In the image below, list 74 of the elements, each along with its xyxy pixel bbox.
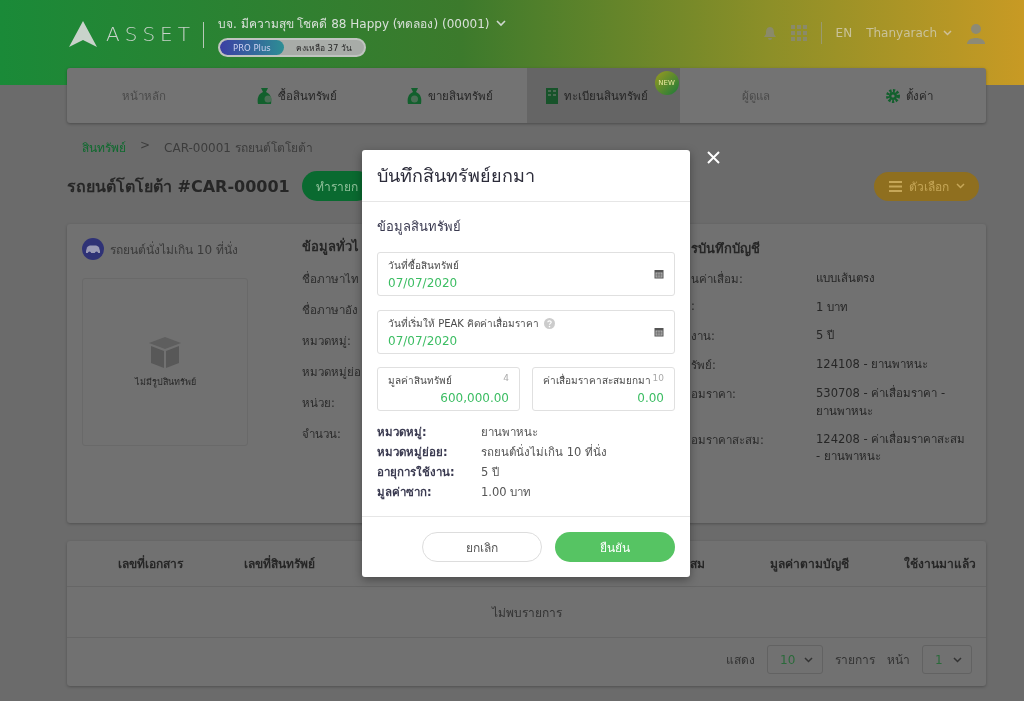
field-label: งาน: [691, 328, 716, 346]
language-label[interactable]: EN [835, 26, 853, 40]
info-value: ยานพาหนะ [481, 424, 539, 441]
chevron-icon [943, 30, 952, 36]
cancel-button[interactable]: ยกเลิก [422, 532, 542, 562]
no-image-text: ไม่มีรูปสินทรัพย์ [134, 376, 196, 389]
field-value: 530708 - ค่าเสื่อมราคา - ยานพาหนะ [816, 385, 947, 420]
info-value: รถยนต์นั่งไม่เกิน 10 ที่นั่ง [481, 443, 608, 461]
nav-tab[interactable]: ขายสินทรัพย์ [373, 68, 527, 123]
dialog-title: บันทึกสินทรัพย์ยกมา [377, 164, 535, 188]
field-value: 124208 - ค่าเสื่อมราคาสะสม - ยานพาหนะ [816, 430, 966, 465]
column-header: เลขที่เอกสาร [117, 554, 183, 573]
info-label: หมวดหมู่ย่อย: [377, 444, 449, 461]
user-menu[interactable]: Thanyarach [866, 26, 952, 40]
calendar-icon [654, 269, 664, 279]
building-icon [544, 86, 559, 105]
apps-grid-icon[interactable] [790, 25, 807, 41]
close-icon[interactable] [707, 151, 720, 164]
chevron-icon [955, 183, 965, 189]
user-avatar-icon[interactable] [966, 22, 986, 44]
field-value: 5 ปี [816, 327, 835, 345]
field-label: ชื่อภาษาไท [302, 270, 360, 288]
trial-remaining: คงเหลือ 37 วัน [294, 41, 354, 55]
info-label: มูลค่าซาก: [377, 484, 433, 501]
info-value: 1.00 บาท [481, 484, 533, 501]
show-label: แสดง [726, 652, 755, 669]
date-field[interactable]: วันที่เริ่มให้ PEAK คิดค่าเสื่อมราคา 07/07/2020 [377, 310, 675, 354]
car-icon [82, 238, 104, 260]
field-label: ชื่อภาษาอัง [302, 301, 359, 319]
field-label: : [691, 299, 696, 315]
section-heading: ข้อมูลสินทรัพย์ [377, 218, 462, 237]
money-bag-icon [256, 86, 274, 105]
page-title: รถยนต์โตโยต้า #CAR-00001 [67, 175, 290, 198]
field-value: 124108 - ยานพาหนะ [816, 356, 930, 374]
nav-tab[interactable]: ตั้งค่า [832, 68, 986, 123]
logo-text: ASSET [106, 22, 195, 46]
field-label: จำนวน: [302, 426, 342, 443]
field-label: หมวดหมู่: [302, 333, 352, 350]
confirm-button[interactable]: ยืนยัน [555, 532, 675, 562]
chevron-icon [804, 656, 813, 663]
field-label: นค่าเสื่อม: [691, 270, 744, 288]
money-bag-icon [406, 86, 424, 105]
company-selector[interactable]: บจ. มีความสุข โชคดี 88 Happy (ทดลอง) (00001) [217, 14, 506, 33]
empty-message: ไม่พบรายการ [491, 604, 562, 622]
section-heading: รบันทึกบัญชี [691, 240, 761, 259]
column-header: สม [690, 556, 706, 573]
column-header: มูลค่าตามบัญชี [769, 556, 849, 573]
column-header: เลขที่สินทรัพย์ [243, 554, 315, 573]
breadcrumb-separator: > [140, 138, 151, 154]
plan-badge: PRO Plus [219, 40, 284, 55]
rows-label: รายการ [835, 652, 875, 669]
chevron-icon [953, 656, 962, 663]
section-heading: ข้อมูลทั่วไ [302, 236, 360, 257]
field-label: อมราคา: [691, 386, 737, 404]
date-field[interactable]: วันที่ซื้อสินทรัพย์ 07/07/2020 [377, 252, 675, 296]
field-label: รัพย์: [691, 357, 717, 375]
gear-icon [885, 87, 902, 104]
column-header: ใช้งานมาแล้ว [903, 555, 976, 573]
menu-icon [888, 180, 902, 192]
amount-field[interactable]: มูลค่าสินทรัพย์ 4 600,000.00 [377, 367, 520, 411]
field-value: 1 บาท [816, 299, 849, 316]
logo-icon [68, 20, 98, 48]
page-label: หน้า [887, 652, 910, 669]
bell-icon[interactable] [762, 25, 777, 41]
field-value: แบบเส้นตรง [816, 270, 876, 287]
field-label: หมวดหมู่ย่อ [302, 364, 362, 381]
info-label: หมวดหมู่: [377, 424, 428, 441]
nav-tab[interactable]: ซื้อสินทรัพย์ [220, 68, 374, 123]
info-value: 5 ปี [481, 464, 500, 481]
info-label: อายุการใช้งาน: [377, 464, 456, 481]
field-label: หน่วย: [302, 395, 336, 412]
calendar-icon [654, 327, 664, 337]
field-label: อมราคาสะสม: [691, 431, 765, 449]
chevron-icon [495, 20, 506, 27]
